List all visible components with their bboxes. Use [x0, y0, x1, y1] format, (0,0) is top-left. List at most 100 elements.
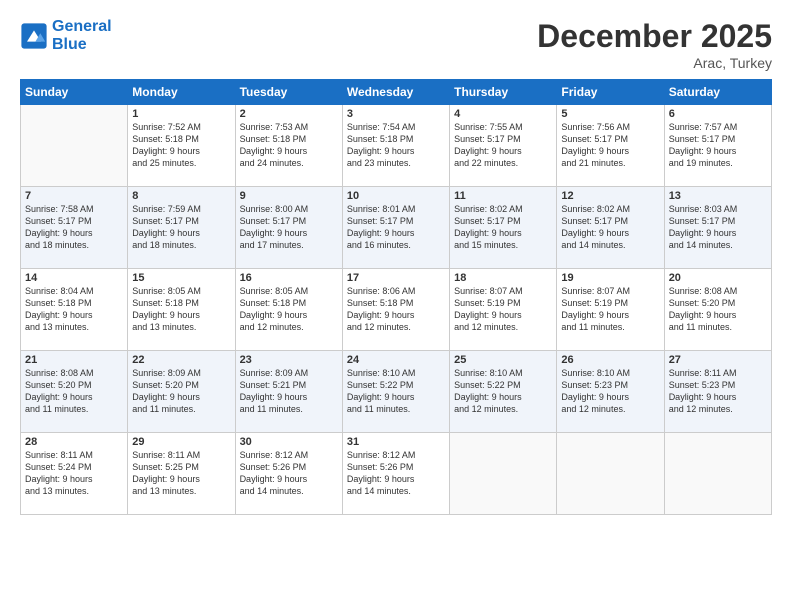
- logo: General Blue: [20, 18, 112, 53]
- day-number: 27: [669, 354, 767, 366]
- day-info: Sunrise: 7:52 AMSunset: 5:18 PMDaylight:…: [132, 121, 230, 170]
- table-row: 28Sunrise: 8:11 AMSunset: 5:24 PMDayligh…: [21, 433, 128, 515]
- day-info: Sunrise: 8:10 AMSunset: 5:22 PMDaylight:…: [347, 367, 445, 416]
- day-number: 6: [669, 108, 767, 120]
- day-info: Sunrise: 7:59 AMSunset: 5:17 PMDaylight:…: [132, 203, 230, 252]
- table-row: 11Sunrise: 8:02 AMSunset: 5:17 PMDayligh…: [450, 187, 557, 269]
- header: General Blue December 2025 Arac, Turkey: [20, 18, 772, 71]
- day-info: Sunrise: 7:58 AMSunset: 5:17 PMDaylight:…: [25, 203, 123, 252]
- day-info: Sunrise: 8:10 AMSunset: 5:23 PMDaylight:…: [561, 367, 659, 416]
- table-row: 23Sunrise: 8:09 AMSunset: 5:21 PMDayligh…: [235, 351, 342, 433]
- day-info: Sunrise: 8:05 AMSunset: 5:18 PMDaylight:…: [240, 285, 338, 334]
- day-number: 23: [240, 354, 338, 366]
- day-number: 8: [132, 190, 230, 202]
- day-number: 15: [132, 272, 230, 284]
- day-info: Sunrise: 8:09 AMSunset: 5:21 PMDaylight:…: [240, 367, 338, 416]
- table-row: [664, 433, 771, 515]
- header-saturday: Saturday: [664, 80, 771, 105]
- day-info: Sunrise: 8:08 AMSunset: 5:20 PMDaylight:…: [25, 367, 123, 416]
- table-row: 26Sunrise: 8:10 AMSunset: 5:23 PMDayligh…: [557, 351, 664, 433]
- day-info: Sunrise: 8:12 AMSunset: 5:26 PMDaylight:…: [240, 449, 338, 498]
- table-row: [21, 105, 128, 187]
- table-row: 17Sunrise: 8:06 AMSunset: 5:18 PMDayligh…: [342, 269, 449, 351]
- table-row: 2Sunrise: 7:53 AMSunset: 5:18 PMDaylight…: [235, 105, 342, 187]
- table-row: [557, 433, 664, 515]
- location: Arac, Turkey: [537, 55, 772, 71]
- table-row: 8Sunrise: 7:59 AMSunset: 5:17 PMDaylight…: [128, 187, 235, 269]
- table-row: 14Sunrise: 8:04 AMSunset: 5:18 PMDayligh…: [21, 269, 128, 351]
- day-number: 24: [347, 354, 445, 366]
- table-row: 3Sunrise: 7:54 AMSunset: 5:18 PMDaylight…: [342, 105, 449, 187]
- day-info: Sunrise: 8:08 AMSunset: 5:20 PMDaylight:…: [669, 285, 767, 334]
- header-thursday: Thursday: [450, 80, 557, 105]
- day-number: 4: [454, 108, 552, 120]
- table-row: 27Sunrise: 8:11 AMSunset: 5:23 PMDayligh…: [664, 351, 771, 433]
- table-row: 29Sunrise: 8:11 AMSunset: 5:25 PMDayligh…: [128, 433, 235, 515]
- header-monday: Monday: [128, 80, 235, 105]
- table-row: 19Sunrise: 8:07 AMSunset: 5:19 PMDayligh…: [557, 269, 664, 351]
- day-info: Sunrise: 7:55 AMSunset: 5:17 PMDaylight:…: [454, 121, 552, 170]
- table-row: 13Sunrise: 8:03 AMSunset: 5:17 PMDayligh…: [664, 187, 771, 269]
- day-info: Sunrise: 8:07 AMSunset: 5:19 PMDaylight:…: [454, 285, 552, 334]
- table-row: 24Sunrise: 8:10 AMSunset: 5:22 PMDayligh…: [342, 351, 449, 433]
- day-number: 9: [240, 190, 338, 202]
- table-row: 10Sunrise: 8:01 AMSunset: 5:17 PMDayligh…: [342, 187, 449, 269]
- header-friday: Friday: [557, 80, 664, 105]
- day-info: Sunrise: 8:11 AMSunset: 5:25 PMDaylight:…: [132, 449, 230, 498]
- day-number: 17: [347, 272, 445, 284]
- day-info: Sunrise: 8:02 AMSunset: 5:17 PMDaylight:…: [561, 203, 659, 252]
- day-info: Sunrise: 7:54 AMSunset: 5:18 PMDaylight:…: [347, 121, 445, 170]
- table-row: 18Sunrise: 8:07 AMSunset: 5:19 PMDayligh…: [450, 269, 557, 351]
- calendar-table: Sunday Monday Tuesday Wednesday Thursday…: [20, 79, 772, 515]
- table-row: 15Sunrise: 8:05 AMSunset: 5:18 PMDayligh…: [128, 269, 235, 351]
- calendar-week-row: 14Sunrise: 8:04 AMSunset: 5:18 PMDayligh…: [21, 269, 772, 351]
- day-info: Sunrise: 8:11 AMSunset: 5:24 PMDaylight:…: [25, 449, 123, 498]
- table-row: 21Sunrise: 8:08 AMSunset: 5:20 PMDayligh…: [21, 351, 128, 433]
- table-row: 30Sunrise: 8:12 AMSunset: 5:26 PMDayligh…: [235, 433, 342, 515]
- day-info: Sunrise: 8:04 AMSunset: 5:18 PMDaylight:…: [25, 285, 123, 334]
- day-number: 12: [561, 190, 659, 202]
- header-sunday: Sunday: [21, 80, 128, 105]
- day-info: Sunrise: 8:07 AMSunset: 5:19 PMDaylight:…: [561, 285, 659, 334]
- month-title: December 2025: [537, 18, 772, 55]
- logo-text: General Blue: [52, 18, 112, 53]
- table-row: 22Sunrise: 8:09 AMSunset: 5:20 PMDayligh…: [128, 351, 235, 433]
- table-row: 4Sunrise: 7:55 AMSunset: 5:17 PMDaylight…: [450, 105, 557, 187]
- calendar-week-row: 7Sunrise: 7:58 AMSunset: 5:17 PMDaylight…: [21, 187, 772, 269]
- day-number: 5: [561, 108, 659, 120]
- logo-line2: Blue: [52, 36, 87, 53]
- day-number: 22: [132, 354, 230, 366]
- day-info: Sunrise: 8:11 AMSunset: 5:23 PMDaylight:…: [669, 367, 767, 416]
- table-row: 9Sunrise: 8:00 AMSunset: 5:17 PMDaylight…: [235, 187, 342, 269]
- day-info: Sunrise: 8:10 AMSunset: 5:22 PMDaylight:…: [454, 367, 552, 416]
- day-info: Sunrise: 7:57 AMSunset: 5:17 PMDaylight:…: [669, 121, 767, 170]
- day-info: Sunrise: 8:05 AMSunset: 5:18 PMDaylight:…: [132, 285, 230, 334]
- day-number: 3: [347, 108, 445, 120]
- day-number: 19: [561, 272, 659, 284]
- day-info: Sunrise: 7:53 AMSunset: 5:18 PMDaylight:…: [240, 121, 338, 170]
- day-number: 14: [25, 272, 123, 284]
- logo-line1: General: [52, 18, 112, 35]
- header-wednesday: Wednesday: [342, 80, 449, 105]
- day-info: Sunrise: 8:02 AMSunset: 5:17 PMDaylight:…: [454, 203, 552, 252]
- day-number: 18: [454, 272, 552, 284]
- calendar-week-row: 28Sunrise: 8:11 AMSunset: 5:24 PMDayligh…: [21, 433, 772, 515]
- day-number: 25: [454, 354, 552, 366]
- day-number: 7: [25, 190, 123, 202]
- calendar-week-row: 21Sunrise: 8:08 AMSunset: 5:20 PMDayligh…: [21, 351, 772, 433]
- day-info: Sunrise: 8:12 AMSunset: 5:26 PMDaylight:…: [347, 449, 445, 498]
- day-number: 16: [240, 272, 338, 284]
- day-info: Sunrise: 8:03 AMSunset: 5:17 PMDaylight:…: [669, 203, 767, 252]
- table-row: 25Sunrise: 8:10 AMSunset: 5:22 PMDayligh…: [450, 351, 557, 433]
- logo-icon: [20, 22, 48, 50]
- day-number: 30: [240, 436, 338, 448]
- table-row: 1Sunrise: 7:52 AMSunset: 5:18 PMDaylight…: [128, 105, 235, 187]
- title-block: December 2025 Arac, Turkey: [537, 18, 772, 71]
- table-row: 16Sunrise: 8:05 AMSunset: 5:18 PMDayligh…: [235, 269, 342, 351]
- day-info: Sunrise: 8:09 AMSunset: 5:20 PMDaylight:…: [132, 367, 230, 416]
- day-info: Sunrise: 8:01 AMSunset: 5:17 PMDaylight:…: [347, 203, 445, 252]
- day-number: 29: [132, 436, 230, 448]
- calendar-week-row: 1Sunrise: 7:52 AMSunset: 5:18 PMDaylight…: [21, 105, 772, 187]
- table-row: [450, 433, 557, 515]
- day-number: 11: [454, 190, 552, 202]
